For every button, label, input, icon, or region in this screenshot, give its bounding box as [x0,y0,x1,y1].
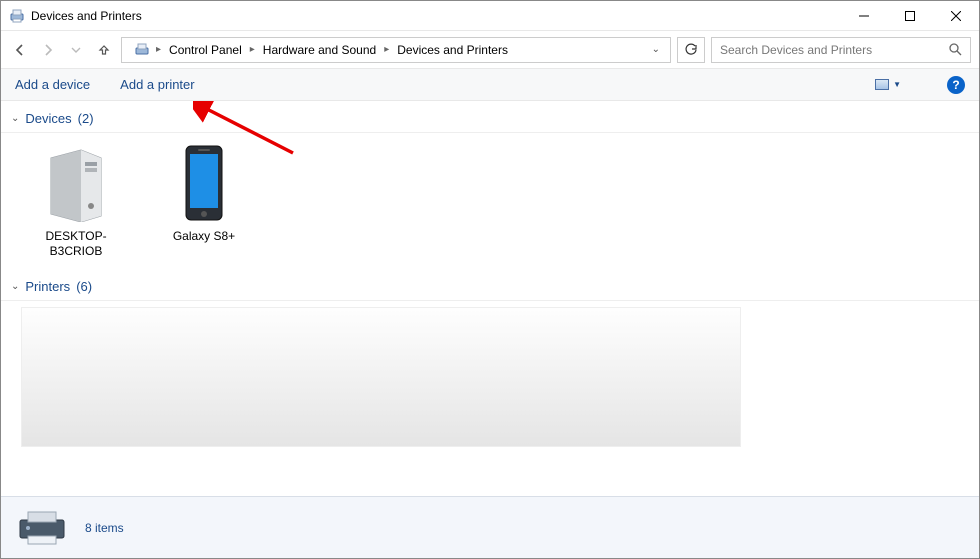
navigation-bar: ▸ Control Panel ▸ Hardware and Sound ▸ D… [1,31,979,69]
chevron-down-icon: ⌄ [11,113,19,124]
search-box[interactable] [711,37,971,63]
device-label: DESKTOP-B3CRIOB [22,229,130,259]
device-label: Galaxy S8+ [173,229,235,244]
printers-items-placeholder [21,307,741,447]
content-area: ⌄ Devices (2) DESKTOP-B3 [1,101,979,496]
chevron-right-icon[interactable]: ▸ [248,44,257,55]
back-button[interactable] [9,39,31,61]
chevron-down-icon: ▼ [893,80,901,89]
smartphone-icon [164,143,244,223]
breadcrumb-segment[interactable]: Devices and Printers [393,41,512,59]
add-device-button[interactable]: Add a device [15,77,90,92]
up-button[interactable] [93,39,115,61]
printer-thumbnail-icon [13,507,71,549]
devices-items: DESKTOP-B3CRIOB Galaxy S8+ [1,139,979,273]
recent-locations-button[interactable] [65,39,87,61]
devices-printers-icon [9,8,25,24]
devices-printers-window: Devices and Printers [0,0,980,559]
devices-printers-icon [132,40,152,60]
breadcrumb-segment[interactable]: Control Panel [165,41,246,59]
devices-group-header[interactable]: ⌄ Devices (2) [1,105,979,133]
address-dropdown[interactable]: ⌄ [648,44,664,55]
forward-button[interactable] [37,39,59,61]
address-bar[interactable]: ▸ Control Panel ▸ Hardware and Sound ▸ D… [121,37,671,63]
group-label: Devices [25,111,71,126]
view-options-button[interactable]: ▼ [871,77,905,92]
group-count: (6) [76,279,92,294]
view-icon [875,79,889,90]
breadcrumb-segment[interactable]: Hardware and Sound [259,41,380,59]
chevron-right-icon[interactable]: ▸ [154,44,163,55]
group-label: Printers [25,279,70,294]
search-icon[interactable] [949,43,962,56]
details-pane: 8 items [1,496,979,558]
help-button[interactable]: ? [947,76,965,94]
chevron-down-icon: ⌄ [11,281,19,292]
status-text: 8 items [85,521,124,535]
minimize-button[interactable] [841,1,887,31]
close-button[interactable] [933,1,979,31]
device-item-phone[interactable]: Galaxy S8+ [149,143,259,259]
command-bar: Add a device Add a printer ▼ ? [1,69,979,101]
titlebar: Devices and Printers [1,1,979,31]
chevron-right-icon[interactable]: ▸ [382,44,391,55]
group-count: (2) [78,111,94,126]
window-title: Devices and Printers [31,9,142,23]
refresh-button[interactable] [677,37,705,63]
desktop-pc-icon [36,143,116,223]
printers-group-header[interactable]: ⌄ Printers (6) [1,273,979,301]
device-item-desktop[interactable]: DESKTOP-B3CRIOB [21,143,131,259]
search-input[interactable] [720,43,949,57]
add-printer-button[interactable]: Add a printer [120,77,194,92]
maximize-button[interactable] [887,1,933,31]
